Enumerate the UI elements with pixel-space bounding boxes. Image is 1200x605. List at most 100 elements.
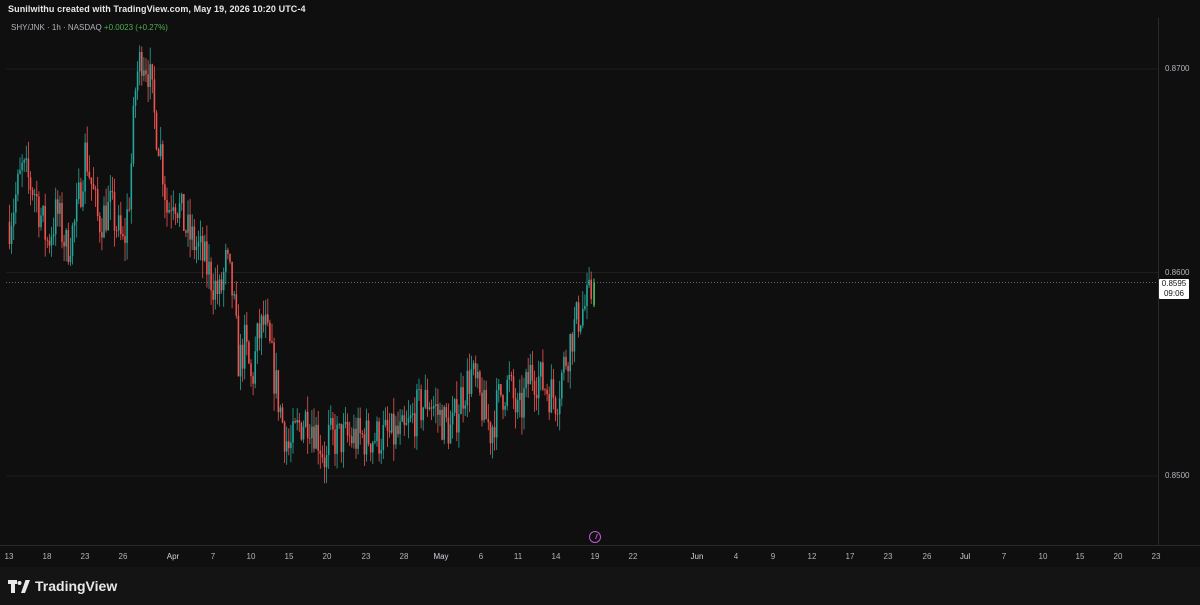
candle-body <box>416 389 418 437</box>
candle-body <box>256 323 259 352</box>
candle-body <box>187 214 189 233</box>
candle-body <box>63 241 65 247</box>
candle-body <box>283 422 286 452</box>
candle-body <box>546 389 548 394</box>
candle-body <box>382 425 385 450</box>
candle-body <box>306 411 309 439</box>
time-tick-label: 12 <box>807 552 817 561</box>
candle-body <box>336 424 338 454</box>
candle-body <box>456 399 458 433</box>
candle-body <box>86 142 88 172</box>
candle-body <box>109 190 112 202</box>
candle-body <box>565 356 567 366</box>
candle-body <box>569 334 571 372</box>
candle-body <box>495 390 498 438</box>
candlestick-plot[interactable] <box>6 18 1158 545</box>
candle-body <box>548 393 550 413</box>
time-axis[interactable]: 13 18 23 26 Apr 7 10 15 20 23 28 May 6 11 14 19 22 Jun 4 9 1… <box>0 545 1200 568</box>
candle-body <box>351 436 353 444</box>
candle-body <box>132 105 135 164</box>
candle-body <box>395 425 397 445</box>
candle-body <box>407 418 410 423</box>
candle-body <box>563 356 565 373</box>
candle-body <box>101 232 103 238</box>
candle-body <box>250 363 252 377</box>
candle-body <box>193 226 196 250</box>
candle-body <box>586 285 588 306</box>
candle-body <box>164 184 166 200</box>
candle-body <box>40 215 42 228</box>
last-price-value: 0.8595 <box>1161 278 1187 288</box>
candle-body <box>422 407 424 421</box>
candle-body <box>296 419 298 423</box>
time-tick-label: 26 <box>118 552 128 561</box>
candle-body <box>304 411 307 427</box>
candle-body <box>474 363 477 379</box>
candle-body <box>483 390 485 421</box>
candle-body <box>340 423 343 453</box>
candle-body <box>521 392 523 418</box>
candle-body <box>176 213 179 219</box>
candle-body <box>353 428 355 444</box>
candle-body <box>128 209 130 211</box>
candle-body <box>458 414 460 433</box>
chart-credit: Sunilwithu created with TradingView.com,… <box>8 4 306 14</box>
candle-body <box>338 423 340 425</box>
time-tick-label: 20 <box>1113 552 1123 561</box>
candle-body <box>300 422 303 440</box>
candle-body <box>260 315 263 339</box>
brand[interactable]: TradingView <box>8 578 117 594</box>
lightning-bolt-icon[interactable] <box>589 531 601 543</box>
candle-body <box>141 52 143 76</box>
candle-body <box>99 216 101 233</box>
candle-body <box>75 199 78 222</box>
candle-body <box>344 421 347 425</box>
candle-body <box>409 415 412 419</box>
candle-body <box>136 71 139 91</box>
candle-body <box>359 418 361 434</box>
candle-body <box>157 149 160 157</box>
candle-body <box>393 413 395 445</box>
candle-body <box>472 363 475 369</box>
candle-body <box>206 241 208 275</box>
candle-body <box>361 433 364 435</box>
candle-body <box>44 205 46 240</box>
candle-body <box>561 372 563 399</box>
tradingview-logo-icon <box>8 579 30 593</box>
time-tick-label: 23 <box>80 552 90 561</box>
candle-body <box>69 256 72 262</box>
symbol-info[interactable]: SHY/JNK · 1h · NASDAQ <box>11 23 102 32</box>
candle-body <box>462 387 464 409</box>
time-tick-label: 28 <box>399 552 409 561</box>
candle-body <box>506 379 508 407</box>
candle-body <box>115 230 118 232</box>
candle-body <box>50 236 53 246</box>
time-tick-label: 10 <box>246 552 256 561</box>
candle-body <box>367 420 370 444</box>
candle-body <box>418 389 420 390</box>
candle-body <box>491 427 494 444</box>
candle-body <box>378 421 380 454</box>
time-tick-label: 26 <box>922 552 932 561</box>
time-tick-label: 11 <box>513 552 523 561</box>
candle-body <box>71 225 74 257</box>
time-tick-label: Jul <box>959 552 971 561</box>
candle-body <box>208 261 210 275</box>
candle-body <box>519 392 521 401</box>
time-tick-label: 7 <box>1001 552 1007 561</box>
candle-body <box>399 421 401 435</box>
candle-body <box>527 372 529 385</box>
candle-body <box>52 234 55 237</box>
candle-body <box>269 322 271 342</box>
candle-body <box>239 344 242 377</box>
candle-body <box>374 441 376 443</box>
last-price-label: 0.8595 09:06 <box>1159 278 1189 299</box>
candle-body <box>92 184 95 190</box>
candle-body <box>57 199 59 214</box>
candle-body <box>420 389 422 421</box>
candle-body <box>355 428 357 449</box>
time-tick-label: 6 <box>478 552 484 561</box>
candle-body <box>27 158 30 178</box>
chart-pane[interactable] <box>6 18 1158 545</box>
candle-body <box>225 249 227 272</box>
